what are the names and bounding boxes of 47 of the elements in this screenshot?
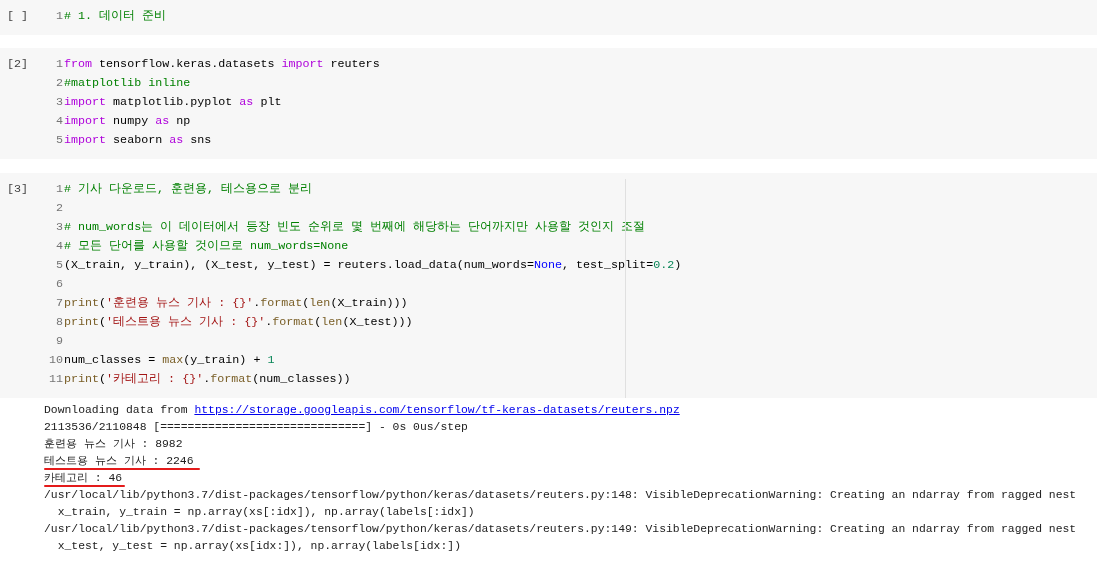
line-number: 5 <box>56 257 63 272</box>
line-number: 3 <box>56 94 63 109</box>
code-line: print('테스트용 뉴스 기사 : {}'.format(len(X_test))) <box>64 313 413 331</box>
output-line: /usr/local/lib/python3.7/dist-packages/tensorflow/python/keras/datasets/reuters.py:148: VisibleDeprecationWarning: Creating an ndarray from ragged nest <box>44 487 1077 503</box>
output-line: Downloading data from https://storage.googleapis.com/tensorflow/tf-keras-datasets/reuters.npz <box>44 402 680 418</box>
link[interactable]: https://storage.googleapis.com/tensorflow/tf-keras-datasets/reuters.npz <box>194 403 680 416</box>
code-line: import numpy as np <box>64 112 191 130</box>
line-number: 8 <box>56 314 63 329</box>
line-number: 2 <box>56 200 63 215</box>
code-cell[interactable] <box>0 173 1097 398</box>
code-line: from tensorflow.keras.datasets import reuters <box>64 55 380 73</box>
line-number: 2 <box>56 75 63 90</box>
line-number: 11 <box>48 371 63 386</box>
code-line: # 모든 단어를 사용할 것이므로 num_words=None <box>64 237 349 255</box>
code-cell[interactable]: [2] 1from tensorflow.keras.datasets import reuters 2#matplotlib inline 3 import matplotlib.pyplot as plt 4import numpy as np 5import seaborn as sns <box>0 48 1097 159</box>
output-line: 테스트용 뉴스 기사 : 2246 <box>44 453 194 469</box>
code-line: num_classes = max(y_train) + 1 <box>64 351 275 369</box>
output-line: x_test, y_test = np.array(xs[idx:]), np.array(labels[idx:]) <box>56 538 461 554</box>
line-number: 4 <box>56 238 63 253</box>
output-line: /usr/local/lib/python3.7/dist-packages/tensorflow/python/keras/datasets/reuters.py:149: VisibleDeprecationWarning: Creating an ndarray from ragged nest <box>44 521 1077 537</box>
line-number: 7 <box>56 295 63 310</box>
output-line: 훈련용 뉴스 기사 : 8982 <box>44 436 183 452</box>
line-number: 1 <box>56 56 63 71</box>
code-line: #matplotlib inline <box>64 74 191 92</box>
output-line: 2113536/2110848 [==============================] - 0s 0us/step <box>44 419 468 435</box>
line-number: 6 <box>56 276 63 291</box>
line-number: 5 <box>56 132 63 147</box>
code-line: # num_words는 이 데이터에서 등장 빈도 순위로 몇 번째에 해당하는 단어까지만 사용할 것인지 조절 <box>64 218 646 236</box>
output-line: 카테고리 : 46 <box>44 470 123 486</box>
code-line: import matplotlib.pyplot as plt <box>64 93 282 111</box>
execution-count: [ ] <box>7 9 29 23</box>
line-number: 4 <box>56 113 63 128</box>
code-line: (X_train, y_train), (X_test, y_test) = reuters.load_data(num_words=None, test_split=0.2) <box>64 256 682 274</box>
output-line: x_train, y_train = np.array(xs[:idx]), np.array(labels[:idx]) <box>56 504 475 520</box>
code-line: print('카테고리 : {}'.format(num_classes)) <box>64 370 351 388</box>
execution-count: [2] <box>7 57 29 71</box>
code-line: # 기사 다운로드, 훈련용, 테스용으로 분리 <box>64 180 313 198</box>
code-line: import seaborn as sns <box>64 131 212 149</box>
line-number: 9 <box>56 333 63 348</box>
execution-count: [3] <box>7 182 29 196</box>
line-number: 1 <box>56 8 63 23</box>
code-line: print('훈련용 뉴스 기사 : {}'.format(len(X_train))) <box>64 294 408 312</box>
line-number: 1 <box>56 181 63 196</box>
line-number: 3 <box>56 219 63 234</box>
code-line: # 1. 데이터 준비 <box>64 7 167 25</box>
code-cell[interactable]: [ ] 1# 1. 데이터 준비 <box>0 0 1097 35</box>
line-number: 10 <box>48 352 63 367</box>
